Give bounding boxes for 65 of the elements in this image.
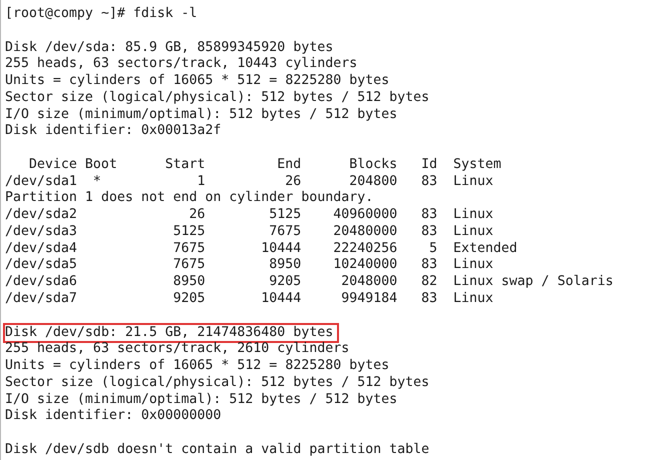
column-header: Blocks [349, 156, 398, 172]
column-header: End [277, 156, 302, 172]
table-cell: 7675 [173, 257, 206, 272]
table-cell: 10444 [261, 240, 302, 256]
column-header: Start [165, 156, 206, 172]
output-line: Units = cylinders of 16065 * 512 = 8225280 bytes [5, 358, 390, 375]
table-cell: 5125 [269, 207, 302, 222]
table-cell: /dev/sda7 [5, 291, 78, 306]
table-cell: 83 [421, 224, 438, 239]
table-cell: /dev/sda2 [5, 207, 78, 222]
output-line: [root@compy ~]# fdisk -l [5, 6, 198, 23]
table-cell: Linux [453, 224, 494, 239]
output-line: 255 heads, 63 sectors/track, 2610 cylinders [5, 341, 350, 358]
table-cell: 5125 [173, 224, 206, 239]
warning-message: Partition 1 does not end on cylinder boundary. [5, 190, 374, 206]
output-line: Disk identifier: 0x00000000 [5, 408, 222, 426]
output-line: Units = cylinders of 16065 * 512 = 8225280 bytes [5, 73, 390, 90]
output-line: 255 heads, 63 sectors/track, 10443 cylinders [5, 56, 358, 74]
table-cell: 22240256 [333, 240, 398, 256]
table-cell: /dev/sda1 [5, 174, 78, 189]
column-header: Boot [85, 156, 118, 172]
table-cell: 83 [421, 174, 438, 189]
table-cell: 9205 [173, 291, 206, 306]
output-line: Sector size (logical/physical): 512 bytes / 512 bytes [5, 374, 430, 392]
table-cell: 26 [285, 174, 302, 189]
table-cell: 204800 [349, 174, 398, 189]
output-line: Disk identifier: 0x00013a2f [5, 123, 222, 140]
table-cell: Linux [453, 207, 494, 222]
table-cell: 20480000 [333, 224, 398, 239]
column-header: Id [421, 156, 438, 172]
table-cell: 83 [421, 257, 438, 272]
table-cell: 7675 [173, 240, 206, 256]
table-cell: 5 [429, 240, 438, 256]
table-cell: Linux [453, 257, 494, 272]
table-cell: Extended [453, 240, 518, 256]
table-cell: 7675 [269, 224, 302, 239]
column-header: Device [29, 156, 78, 172]
table-cell: Linux [453, 174, 494, 189]
table-cell: 9949184 [341, 291, 398, 306]
highlighted-output-line: Disk /dev/sdb: 21.5 GB, 21474836480 bytes [5, 324, 338, 342]
table-cell: Linux [453, 291, 494, 306]
boot-marker: * [93, 174, 102, 189]
table-cell: /dev/sda5 [5, 257, 78, 272]
output-line: Disk /dev/sdb doesn't contain a valid partition table [5, 442, 430, 459]
table-cell: /dev/sda6 [5, 274, 78, 290]
table-cell: 9205 [269, 274, 302, 290]
table-cell: /dev/sda4 [5, 240, 78, 256]
table-cell: 10240000 [333, 257, 398, 272]
table-cell: 2048000 [341, 274, 398, 290]
table-cell: 10444 [261, 291, 302, 306]
table-cell: 26 [189, 207, 206, 222]
table-cell: 1 [197, 174, 206, 189]
table-cell: 40960000 [333, 207, 398, 222]
table-cell: Linux swap / Solaris [453, 274, 614, 290]
output-line: Disk /dev/sda: 85.9 GB, 85899345920 bytes [5, 40, 334, 56]
table-cell: 82 [421, 274, 438, 290]
table-cell: 8950 [269, 257, 302, 272]
column-header: System [453, 156, 502, 172]
table-cell: 83 [421, 291, 438, 306]
table-cell: /dev/sda3 [5, 224, 78, 239]
output-line: I/O size (minimum/optimal): 512 bytes / 512 bytes [5, 106, 398, 124]
table-cell: 83 [421, 207, 438, 222]
table-cell: 8950 [173, 274, 206, 290]
output-line: I/O size (minimum/optimal): 512 bytes / 512 bytes [5, 392, 398, 408]
output-line: Sector size (logical/physical): 512 bytes / 512 bytes [5, 90, 430, 107]
